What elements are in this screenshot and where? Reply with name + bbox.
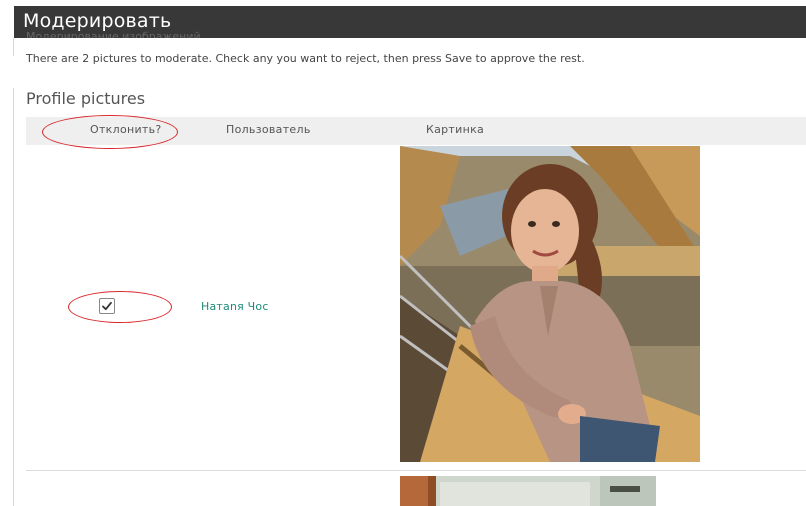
section-title: Profile pictures	[26, 89, 146, 108]
annotation-ellipse	[42, 115, 178, 149]
user-link[interactable]: Натаnя Чос	[201, 300, 269, 313]
checkmark-icon	[102, 301, 112, 311]
divider	[13, 88, 14, 506]
subtitle-cut: Модерирование изображений	[26, 30, 201, 38]
divider	[13, 38, 14, 56]
column-header-user: Пользователь	[226, 123, 311, 136]
column-header-picture: Картинка	[426, 123, 485, 136]
reject-checkbox[interactable]	[99, 298, 115, 314]
profile-picture[interactable]	[400, 476, 656, 506]
row-divider	[26, 470, 806, 471]
instruction-text: There are 2 pictures to moderate. Check …	[26, 52, 585, 65]
annotation-ellipse	[68, 291, 172, 323]
profile-picture[interactable]	[400, 146, 700, 462]
